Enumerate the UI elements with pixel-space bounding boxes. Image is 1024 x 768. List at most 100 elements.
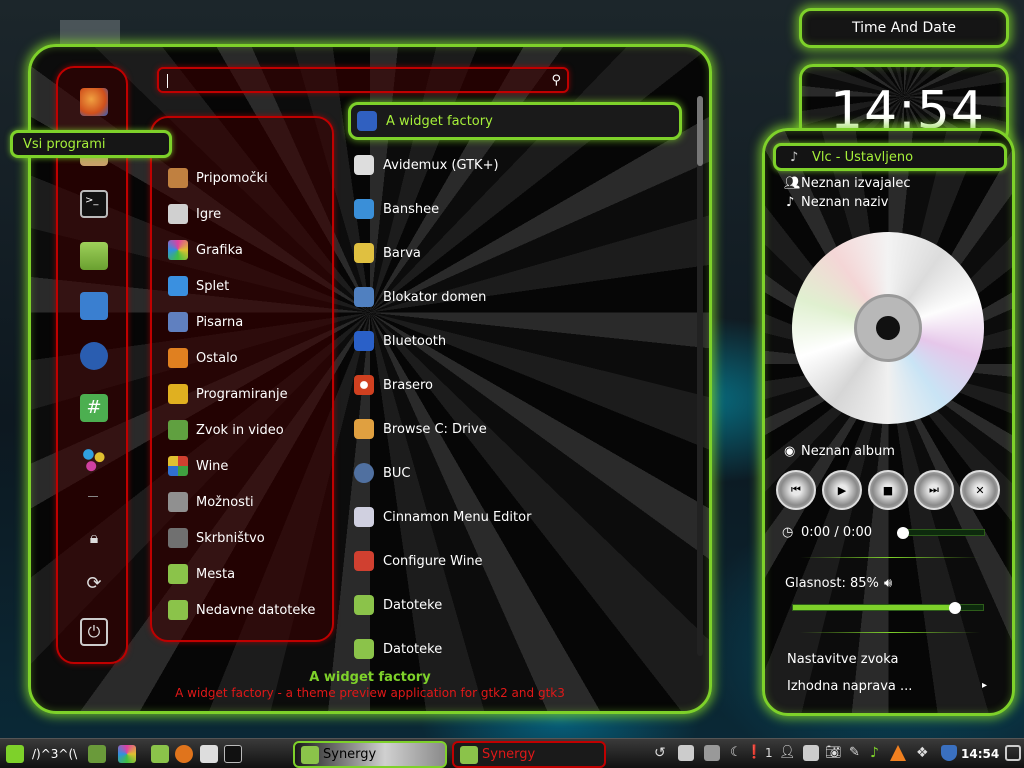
launcher[interactable] xyxy=(118,739,136,768)
category-recent[interactable]: Nedavne datoteke xyxy=(168,596,315,624)
app-item[interactable]: Bluetooth xyxy=(354,327,446,355)
launcher[interactable] xyxy=(151,739,169,768)
recent-icon xyxy=(168,600,188,620)
show-desktop-button[interactable] xyxy=(88,739,106,768)
category-administration[interactable]: Skrbništvo xyxy=(168,524,265,552)
category-label: Pripomočki xyxy=(196,170,268,186)
artist-text: Neznan izvajalec xyxy=(801,176,911,191)
category-programming[interactable]: Programiranje xyxy=(168,380,288,408)
category-office[interactable]: Pisarna xyxy=(168,308,243,336)
play-button[interactable]: ▶ xyxy=(822,470,862,510)
app-item[interactable]: Cinnamon Menu Editor xyxy=(354,503,531,531)
previous-button[interactable]: ⏮ xyxy=(776,470,816,510)
category-games[interactable]: Igre xyxy=(168,200,221,228)
category-accessories[interactable]: Pripomočki xyxy=(168,164,268,192)
power-icon[interactable]: ⏻ xyxy=(80,618,108,646)
separator xyxy=(800,632,980,633)
undo-icon[interactable]: ↺ xyxy=(654,745,670,761)
music-icon[interactable]: ♪ xyxy=(870,745,886,761)
app-item[interactable]: Blokator domen xyxy=(354,283,486,311)
workspace-label[interactable]: /)^3^(\ xyxy=(32,739,77,768)
search-input[interactable]: ⚲ xyxy=(157,67,569,93)
window-button-attention[interactable]: Synergy xyxy=(452,741,606,768)
app-item[interactable]: Avidemux (GTK+) xyxy=(354,151,499,179)
category-internet[interactable]: Splet xyxy=(168,272,229,300)
category-label: Igre xyxy=(196,206,222,222)
lock-icon[interactable]: 🔒︎ xyxy=(80,524,108,552)
window-list-icon[interactable] xyxy=(1005,745,1021,761)
games-icon xyxy=(168,204,188,224)
position-slider[interactable] xyxy=(903,529,985,536)
user-icon[interactable]: 👤︎ xyxy=(779,745,796,761)
category-graphics[interactable]: Grafika xyxy=(168,236,243,264)
track-icon: ♪ xyxy=(786,195,795,210)
player-header[interactable]: ♪ Vlc - Ustavljeno xyxy=(773,143,1007,171)
tool-icon[interactable]: ✎ xyxy=(849,745,865,761)
internet-icon xyxy=(168,276,188,296)
category-label: Ostalo xyxy=(196,350,238,366)
folder-icon[interactable] xyxy=(80,242,108,270)
chat-icon[interactable] xyxy=(80,342,108,370)
app-label: Configure Wine xyxy=(383,553,483,569)
hash-icon[interactable]: # xyxy=(80,394,108,422)
app-item[interactable]: BUC xyxy=(354,459,411,487)
music-note-icon: ♪ xyxy=(790,150,799,165)
window-button-active[interactable]: Synergy xyxy=(293,741,447,768)
menu-button[interactable] xyxy=(6,739,24,768)
app-item[interactable]: Banshee xyxy=(354,195,439,223)
position-knob[interactable] xyxy=(897,527,909,539)
printer-icon[interactable] xyxy=(704,745,720,761)
close-icon: ✕ xyxy=(975,483,985,497)
track-title: Neznan naziv xyxy=(801,195,889,210)
stop-button[interactable]: ■ xyxy=(868,470,908,510)
screenshot-icon[interactable] xyxy=(678,745,694,761)
app-item[interactable]: Datoteke xyxy=(354,635,442,663)
next-button[interactable]: ⏭ xyxy=(914,470,954,510)
pidgin-icon[interactable] xyxy=(80,292,108,320)
launcher[interactable] xyxy=(224,739,242,768)
category-preferences[interactable]: Možnosti xyxy=(168,488,254,516)
close-player-button[interactable]: ✕ xyxy=(960,470,1000,510)
app-list-scrollbar[interactable] xyxy=(697,96,703,656)
output-device-item[interactable]: Izhodna naprava ... xyxy=(787,679,912,694)
window-title: Synergy xyxy=(323,747,377,762)
camera-icon[interactable]: 📷︎ xyxy=(825,745,842,761)
notes-icon[interactable] xyxy=(803,745,819,761)
app-item[interactable]: Datoteke xyxy=(354,591,442,619)
office-icon xyxy=(168,312,188,332)
other-icon xyxy=(168,348,188,368)
app-item[interactable]: Barva xyxy=(354,239,421,267)
category-multimedia[interactable]: Zvok in video xyxy=(168,416,284,444)
category-label: Skrbništvo xyxy=(196,530,265,546)
sound-settings-item[interactable]: Nastavitve zvoka xyxy=(787,652,899,667)
app-label: Banshee xyxy=(383,201,440,217)
app-label: Barva xyxy=(383,245,421,261)
app-item[interactable]: Brasero xyxy=(354,371,433,399)
category-wine[interactable]: Wine xyxy=(168,452,228,480)
alert-icon[interactable]: ❗ xyxy=(746,745,762,761)
category-all[interactable]: Vsi programi xyxy=(10,130,172,158)
app-label: Cinnamon Menu Editor xyxy=(383,509,532,525)
firefox-icon[interactable] xyxy=(80,88,108,116)
dots-icon[interactable] xyxy=(80,446,108,474)
app-item[interactable]: Configure Wine xyxy=(354,547,483,575)
dropbox-icon[interactable]: ❖ xyxy=(916,745,932,761)
app-label: Brasero xyxy=(383,377,434,393)
barva-icon xyxy=(354,243,374,263)
app-item[interactable]: Browse C: Drive xyxy=(354,415,487,443)
taskbar-clock[interactable]: 14:54 xyxy=(961,739,999,768)
logout-icon[interactable]: ⟳ xyxy=(80,570,108,598)
time-and-date-desklet[interactable]: Time And Date xyxy=(799,8,1009,48)
terminal-icon[interactable]: >_ xyxy=(80,190,108,218)
app-item[interactable]: A widget factory xyxy=(348,102,682,140)
speaker-icon: 🔊︎ xyxy=(884,576,893,591)
launcher[interactable] xyxy=(200,739,218,768)
shield-icon[interactable] xyxy=(941,745,957,761)
vlc-icon[interactable] xyxy=(890,745,906,761)
position-text: 0:00 / 0:00 xyxy=(801,525,873,540)
category-places[interactable]: Mesta xyxy=(168,560,235,588)
category-other[interactable]: Ostalo xyxy=(168,344,238,372)
launcher[interactable] xyxy=(175,739,193,768)
moon-icon[interactable]: ☾ xyxy=(730,745,746,761)
scrollbar-thumb[interactable] xyxy=(697,96,703,166)
